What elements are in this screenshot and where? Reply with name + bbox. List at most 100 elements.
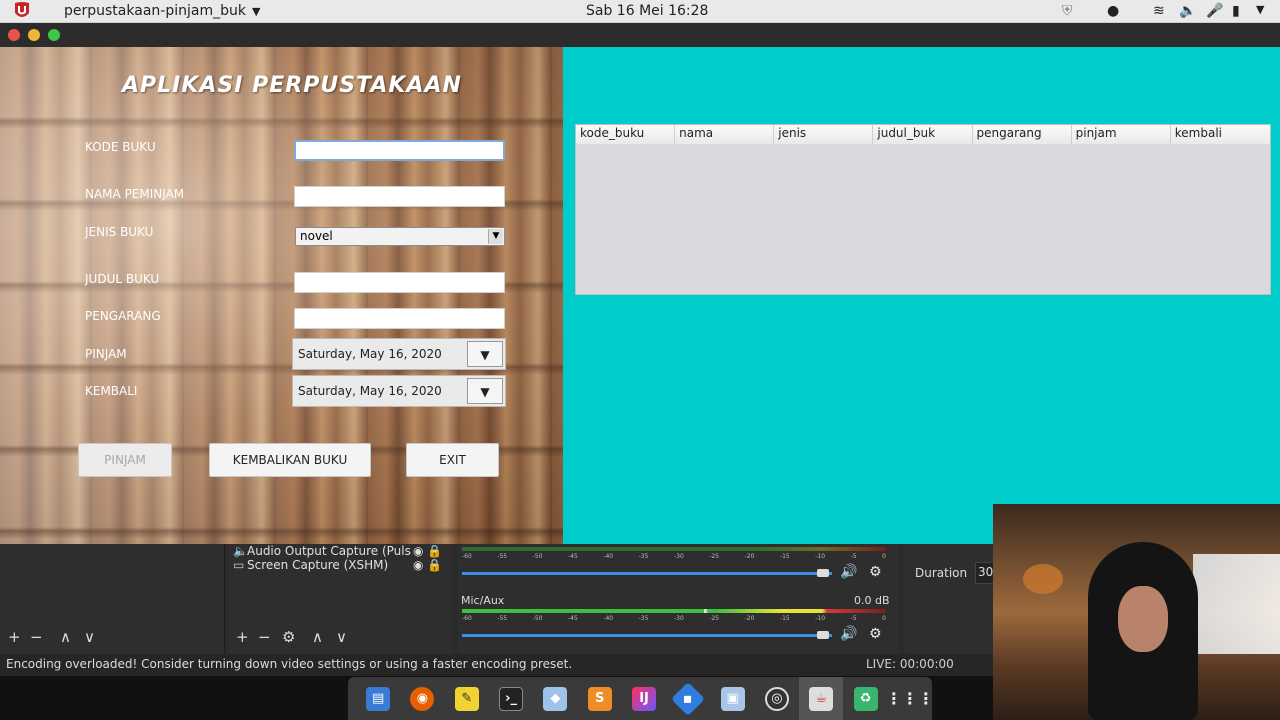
wifi-icon[interactable]: ≋ bbox=[1153, 3, 1165, 19]
library-form-panel: APLIKASI PERPUSTAKAAN KODE BUKU NAMA PEM… bbox=[0, 47, 563, 544]
jenis-buku-label: JENIS BUKU bbox=[85, 225, 154, 239]
loan-table[interactable]: kode_buku nama jenis judul_buk pengarang… bbox=[575, 124, 1271, 295]
transitions-panel: Duration 300 bbox=[905, 544, 995, 654]
scale-tick: -55 bbox=[497, 615, 508, 622]
scale-tick: -45 bbox=[567, 553, 578, 560]
volume-icon[interactable]: 🔈 bbox=[1179, 3, 1196, 19]
show-applications-icon[interactable]: ⋮⋮⋮ bbox=[886, 677, 934, 720]
table-header: kode_buku nama jenis judul_buk pengarang… bbox=[576, 125, 1270, 144]
judul-buku-field[interactable] bbox=[294, 272, 505, 293]
speaker-icon: 🔈 bbox=[233, 544, 248, 558]
application-dock: ▤ ◉ ✎ ›_ ◆ S IJ ◆ ▣ ◎ ☕ ♻ ⋮⋮⋮ bbox=[348, 677, 934, 720]
status-message: Encoding overloaded! Consider turning do… bbox=[6, 657, 573, 671]
active-app-menu[interactable]: perpustakaan-pinjam_buk ▼ bbox=[64, 3, 260, 19]
duration-field[interactable]: 300 bbox=[975, 562, 995, 584]
terminal-icon[interactable]: ›_ bbox=[489, 677, 533, 720]
volume-slider[interactable] bbox=[462, 572, 832, 575]
calendar-dropdown-button[interactable]: ▼ bbox=[467, 341, 503, 367]
source-item[interactable]: ▭ Screen Capture (XSHM) bbox=[233, 558, 388, 572]
column-header-kode-buku[interactable]: kode_buku bbox=[576, 125, 676, 144]
close-window-button[interactable] bbox=[8, 29, 20, 41]
pinjam-date-picker[interactable]: Saturday, May 16, 2020 ▼ bbox=[292, 338, 506, 370]
column-header-pinjam[interactable]: pinjam bbox=[1071, 125, 1171, 144]
move-down-icon[interactable]: ∨ bbox=[84, 628, 95, 646]
monitor-icon: ▭ bbox=[233, 558, 245, 572]
app-indicator-icon[interactable]: ● bbox=[1107, 3, 1119, 19]
speaker-mute-icon[interactable]: 🔊 bbox=[840, 564, 857, 580]
column-header-nama[interactable]: nama bbox=[675, 125, 775, 144]
move-down-icon[interactable]: ∨ bbox=[336, 628, 347, 646]
scenes-list[interactable]: + − ∧ ∨ bbox=[0, 544, 225, 654]
pengarang-field[interactable] bbox=[294, 308, 505, 329]
nama-peminjam-field[interactable] bbox=[294, 186, 505, 207]
gear-icon[interactable]: ⚙ bbox=[869, 564, 882, 580]
obs-studio-icon[interactable]: ◎ bbox=[755, 677, 799, 720]
minimize-window-button[interactable] bbox=[28, 29, 40, 41]
scale-tick: -35 bbox=[638, 553, 649, 560]
java-app-icon[interactable]: ☕ bbox=[799, 677, 844, 720]
scale-tick: -20 bbox=[744, 553, 755, 560]
scale-tick: -50 bbox=[532, 553, 543, 560]
scale-tick: 0 bbox=[882, 553, 886, 560]
kembalikan-buku-button[interactable]: KEMBALIKAN BUKU bbox=[209, 443, 371, 477]
live-indicator: LIVE: 00:00:00 bbox=[866, 657, 954, 671]
kembali-date-picker[interactable]: Saturday, May 16, 2020 ▼ bbox=[292, 375, 506, 407]
clock[interactable]: Sab 16 Mei 16:28 bbox=[586, 3, 708, 19]
gear-icon[interactable]: ⚙ bbox=[869, 626, 882, 642]
source-item[interactable]: 🔈Audio Output Capture (Puls bbox=[233, 544, 411, 558]
add-scene-icon[interactable]: + bbox=[8, 628, 21, 646]
window-title-bar bbox=[0, 23, 1280, 47]
volume-slider-handle[interactable] bbox=[817, 569, 829, 577]
cube-app-icon[interactable]: ▣ bbox=[711, 677, 755, 720]
pengarang-label: PENGARANG bbox=[85, 309, 161, 323]
scale-tick: -15 bbox=[779, 615, 790, 622]
kode-buku-field[interactable] bbox=[294, 140, 505, 161]
maximize-window-button[interactable] bbox=[48, 29, 60, 41]
move-up-icon[interactable]: ∧ bbox=[312, 628, 323, 646]
webcam-background-window bbox=[1193, 554, 1280, 654]
duration-label: Duration bbox=[915, 566, 968, 580]
eye-icon[interactable]: ◉ 🔒 bbox=[413, 544, 442, 558]
ubuntu-logo-icon[interactable] bbox=[10, 1, 34, 21]
move-up-icon[interactable]: ∧ bbox=[60, 628, 71, 646]
trash-icon[interactable]: ♻ bbox=[843, 677, 887, 720]
mic-aux-label: Mic/Aux bbox=[461, 594, 505, 607]
exit-button[interactable]: EXIT bbox=[406, 443, 499, 477]
scale-tick: -35 bbox=[638, 615, 649, 622]
webcam-overlay bbox=[993, 504, 1280, 720]
intellij-icon[interactable]: IJ bbox=[622, 677, 666, 720]
sources-list[interactable]: 🔈Audio Output Capture (Puls ▭ Screen Capt… bbox=[228, 544, 453, 654]
firefox-icon[interactable]: ◉ bbox=[400, 677, 444, 720]
eye-icon[interactable]: ◉ 🔒 bbox=[413, 558, 442, 572]
remove-source-icon[interactable]: − bbox=[258, 628, 271, 646]
gear-icon[interactable]: ⚙ bbox=[282, 628, 295, 646]
scale-tick: -40 bbox=[603, 553, 614, 560]
webcam-background-lamp bbox=[1023, 564, 1063, 594]
files-icon[interactable]: ▤ bbox=[356, 677, 400, 720]
mic-volume-slider[interactable] bbox=[462, 634, 832, 637]
judul-buku-label: JUDUL BUKU bbox=[85, 272, 160, 286]
jenis-buku-selected: novel bbox=[300, 229, 333, 243]
microphone-icon[interactable]: 🎤 bbox=[1206, 3, 1223, 19]
sublime-text-icon[interactable]: S bbox=[578, 677, 622, 720]
calendar-dropdown-button[interactable]: ▼ bbox=[467, 378, 503, 404]
scale-tick: -40 bbox=[603, 615, 614, 622]
column-header-jenis[interactable]: jenis bbox=[774, 125, 874, 144]
column-header-pengarang[interactable]: pengarang bbox=[972, 125, 1072, 144]
text-editor-icon[interactable]: ✎ bbox=[445, 677, 489, 720]
scale-tick: -25 bbox=[709, 615, 720, 622]
jetbrains-toolbox-icon[interactable]: ◆ bbox=[666, 677, 710, 720]
chevron-down-icon[interactable]: ▼ bbox=[488, 229, 503, 244]
system-menu-chevron-icon[interactable]: ▼ bbox=[1256, 3, 1264, 16]
battery-icon[interactable]: ▮ bbox=[1232, 3, 1240, 19]
shield-icon[interactable]: ⛨ bbox=[1062, 3, 1073, 19]
jenis-buku-select[interactable]: novel ▼ bbox=[295, 227, 505, 246]
speaker-mute-icon[interactable]: 🔊 bbox=[840, 626, 857, 642]
add-source-icon[interactable]: + bbox=[236, 628, 249, 646]
column-header-kembali[interactable]: kembali bbox=[1170, 125, 1270, 144]
pinjam-button[interactable]: PINJAM bbox=[78, 443, 172, 477]
virtualbox-icon[interactable]: ◆ bbox=[533, 677, 577, 720]
volume-slider-handle[interactable] bbox=[817, 631, 829, 639]
column-header-judul-buku[interactable]: judul_buk bbox=[873, 125, 973, 144]
remove-scene-icon[interactable]: − bbox=[30, 628, 43, 646]
